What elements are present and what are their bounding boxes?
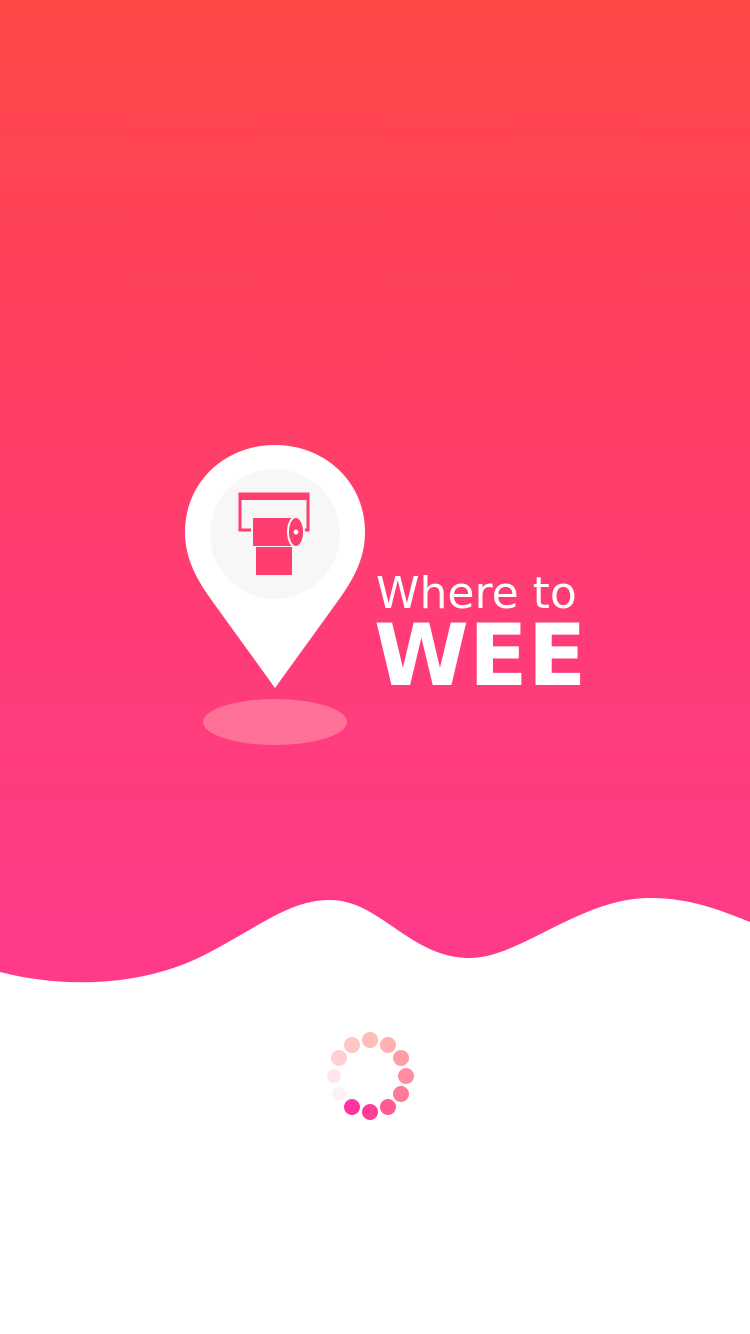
toilet-paper-pin-icon (185, 445, 365, 745)
loading-spinner-icon (327, 1032, 414, 1120)
app-title-line2: WEE (374, 606, 587, 706)
